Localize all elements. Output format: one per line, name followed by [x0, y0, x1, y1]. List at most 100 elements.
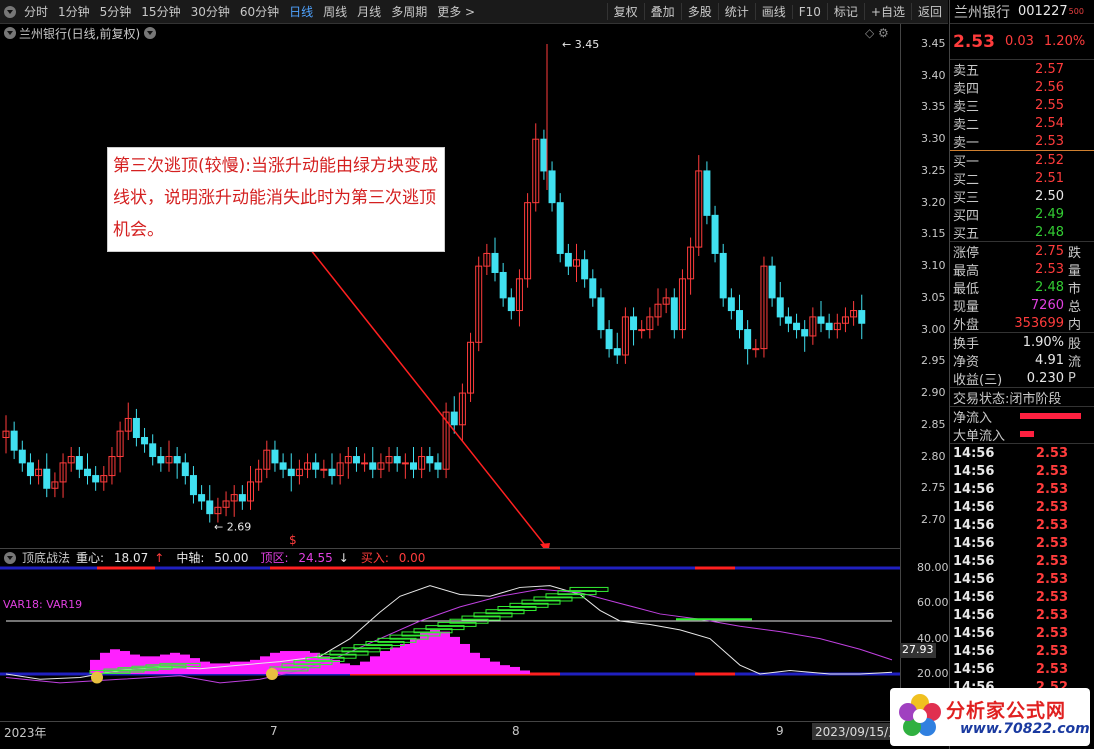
tick-row: 14:56 2.53 — [950, 516, 1094, 534]
tick-list[interactable]: 14:56 2.53 14:56 2.53 14:56 2.53 14:56 2.53 14:5… — [950, 444, 1094, 696]
tick-price: 2.53 — [1035, 553, 1068, 569]
candle-body — [198, 494, 206, 502]
histogram-bar — [430, 629, 440, 674]
stat-row: 换手 1.90% 股 — [950, 333, 1094, 352]
stat-row: 最高 2.53 量 — [950, 260, 1094, 279]
row-label: 买一 — [953, 154, 980, 170]
toolbar-button[interactable]: 标记 — [826, 3, 864, 20]
tick-price: 2.53 — [1035, 517, 1068, 533]
sell-row: 卖五 2.57 — [950, 60, 1094, 79]
candle-body — [401, 462, 409, 465]
row-label: 最低 — [953, 281, 980, 297]
toolbar-button[interactable]: F10 — [791, 4, 827, 19]
row-label: 涨停 — [953, 245, 980, 261]
row-value: 2.49 — [1035, 206, 1064, 222]
candle-body — [149, 443, 157, 458]
candle-body — [141, 436, 149, 445]
indicator-current-value: 27.93 — [900, 643, 936, 658]
row-label: 卖一 — [953, 135, 980, 151]
flow-row: 大单流入 — [950, 425, 1094, 444]
tick-time: 14:56 — [953, 481, 995, 497]
indicator-name[interactable]: 顶底战法 — [22, 549, 70, 566]
row-label: 最高 — [953, 263, 980, 279]
candle-body — [638, 329, 646, 332]
price-tick: 3.30 — [921, 132, 946, 146]
row-value: 2.55 — [1035, 97, 1064, 113]
candlestick-chart[interactable]: ← 3.45 ← 2.69 $ — [0, 24, 900, 548]
date-axis: 2023年 7 8 9 2023/09/15/五 — [0, 721, 948, 741]
period-tab[interactable]: 日线 — [284, 3, 318, 20]
row-tail: 总 — [1068, 299, 1082, 315]
tick-row: 14:56 2.53 — [950, 570, 1094, 588]
candle-body — [271, 449, 279, 464]
price-tick: 2.80 — [921, 449, 946, 463]
price-tick: 3.15 — [921, 227, 946, 241]
period-tab[interactable]: 多周期 — [386, 3, 432, 20]
quote-panel: 兰州银行 001227 500 2.53 0.03 1.20% 卖五 2.57 卖四… — [949, 0, 1094, 749]
histogram-bar — [380, 651, 390, 674]
period-tab[interactable]: 更多 > — [432, 3, 480, 20]
toolbar-button[interactable]: 叠加 — [643, 3, 681, 20]
candle-body — [173, 456, 181, 464]
histogram-bar — [230, 661, 240, 674]
period-tab[interactable]: 月线 — [352, 3, 386, 20]
candle-body — [564, 252, 572, 267]
row-label: 卖四 — [953, 81, 980, 97]
toolbar-button[interactable]: 画线 — [754, 3, 792, 20]
price-tick: 3.45 — [921, 37, 946, 50]
buy-row: 买一 2.52 — [950, 151, 1094, 170]
period-tab[interactable]: 分时 — [19, 3, 53, 20]
dingqu-value: 24.55 — [298, 551, 333, 565]
candle-body — [410, 462, 417, 470]
period-tab[interactable]: 15分钟 — [136, 3, 185, 20]
date-label: 7 — [270, 724, 278, 738]
date-label: 9 — [776, 724, 784, 738]
toolbar-button[interactable]: 返回 — [910, 3, 948, 20]
toolbar-button[interactable]: 统计 — [717, 3, 755, 20]
mairu-label: 买入: — [360, 551, 389, 565]
histogram-bar — [340, 663, 350, 674]
row-tail: 内 — [1068, 317, 1082, 333]
sell-row: 卖一 2.53 — [950, 132, 1094, 151]
stock-name: 兰州银行 — [954, 4, 1010, 21]
candle-body — [605, 329, 613, 350]
annotation-arrow — [309, 248, 549, 548]
period-tab[interactable]: 周线 — [318, 3, 352, 20]
row-value: 2.52 — [1035, 152, 1064, 168]
tick-price: 2.53 — [1035, 445, 1068, 461]
candle-body — [801, 329, 809, 337]
price-tick: 3.10 — [921, 259, 946, 273]
mairu-value: 0.00 — [398, 551, 426, 565]
sell-row: 卖四 2.56 — [950, 78, 1094, 97]
period-tab[interactable]: 30分钟 — [186, 3, 235, 20]
toolbar-button[interactable]: 复权 — [606, 3, 644, 20]
toolbar-button[interactable]: +自选 — [863, 3, 911, 20]
toolbar-button[interactable]: 多股 — [680, 3, 718, 20]
buy-row: 买三 2.50 — [950, 187, 1094, 206]
period-tab[interactable]: 1分钟 — [53, 3, 95, 20]
candle-body — [206, 500, 214, 515]
candle-body — [768, 265, 776, 299]
indicator-chart[interactable] — [0, 566, 900, 721]
candle-body — [703, 170, 711, 216]
price-change-pct: 1.20% — [1043, 34, 1086, 49]
candle-body — [352, 456, 360, 464]
row-label: 换手 — [953, 336, 980, 352]
histogram-bar — [370, 656, 380, 674]
tick-row: 14:56 2.53 — [950, 498, 1094, 516]
row-tail: 股 — [1068, 336, 1082, 352]
tick-time: 14:56 — [953, 445, 995, 461]
flow-row: 净流入 — [950, 407, 1094, 426]
date-label: 2023年 — [4, 726, 47, 740]
tick-time: 14:56 — [953, 661, 995, 677]
chevron-down-icon[interactable] — [4, 551, 16, 564]
flow-bar — [1020, 431, 1034, 437]
stats-block-2: 换手 1.90% 股净资 4.91 流收益(三) 0.230 P — [950, 333, 1094, 388]
period-tab[interactable]: 60分钟 — [235, 3, 284, 20]
chevron-down-icon[interactable] — [4, 5, 16, 18]
indicator-tick: 60.00 — [917, 596, 949, 610]
buy-row: 买五 2.48 — [950, 223, 1094, 242]
period-tab[interactable]: 5分钟 — [95, 3, 137, 20]
candle-body — [369, 462, 377, 470]
stock-header: 兰州银行 001227 500 — [950, 0, 1094, 24]
